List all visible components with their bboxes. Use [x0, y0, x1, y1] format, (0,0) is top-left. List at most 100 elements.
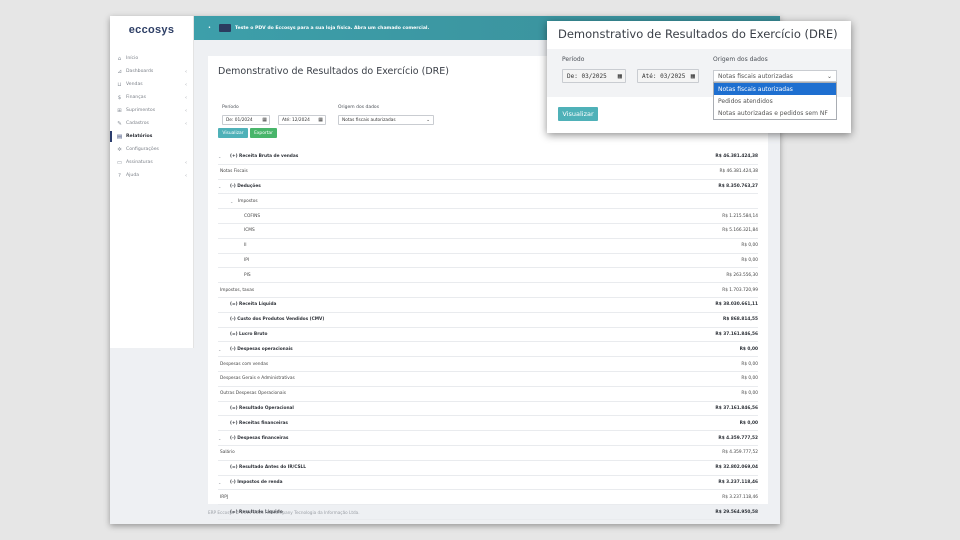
export-button[interactable]: Exportar [250, 128, 277, 138]
sidebar-item-label: Início [126, 56, 139, 61]
sidebar-item-8[interactable]: ▭ Assinaturas ‹ [110, 156, 193, 169]
expand-chevron-icon[interactable]: ⌄ [230, 199, 233, 204]
row-label: Despesas com vendas [220, 361, 269, 367]
table-row: (=) Receita Líquida R$ 38.030.661,11 [218, 298, 758, 313]
calendar-icon[interactable]: ▦ [262, 117, 267, 123]
expand-chevron-icon[interactable]: ⌄ [218, 184, 221, 189]
row-value: R$ 0,00 [739, 346, 758, 352]
popup-period-to-field[interactable]: Até: 03/2025 ▦ [637, 69, 699, 83]
table-row: Outras Despesas Operacionais R$ 0,00 [218, 387, 758, 402]
chevron-down-icon: ⌄ [826, 72, 832, 80]
table-row[interactable]: ⌄ (-) Despesas operacionais R$ 0,00 [218, 342, 758, 358]
row-value: R$ 8.350.763,27 [718, 183, 758, 189]
sidebar-item-label: Configurações [126, 147, 159, 152]
nav-icon: ✎ [117, 120, 122, 127]
dropdown-option[interactable]: Pedidos atendidos [714, 95, 836, 107]
origin-dropdown-list: Notas fiscais autorizadas Pedidos atendid… [713, 82, 837, 120]
table-row: Despesas com vendas R$ 0,00 [218, 357, 758, 372]
eccosys-logo[interactable]: eccosys [110, 18, 193, 42]
sidebar-item-label: Cadastros [126, 121, 149, 126]
period-from-field[interactable]: De: 01/2024 ▦ [222, 115, 270, 125]
sidebar-item-9[interactable]: ? Ajuda ‹ [110, 169, 193, 182]
table-row: PIS R$ 263.556,30 [218, 268, 758, 284]
row-label: (=) Receita Líquida [230, 302, 277, 308]
sidebar-item-label: Assinaturas [126, 160, 153, 165]
nav-icon: ▤ [116, 133, 123, 140]
row-value: R$ 1.215.584,14 [722, 213, 758, 219]
row-value: R$ 0,00 [739, 420, 758, 426]
visualize-button[interactable]: Visualizar [218, 128, 248, 138]
sidebar-item-1[interactable]: ⊿ Dashboards ‹ [110, 65, 193, 78]
popup-from-value: 03/2025 [581, 72, 607, 80]
row-label: (-) Despesas financeiras [230, 435, 289, 441]
row-label: (-) Despesas operacionais [230, 346, 293, 352]
dropdown-option[interactable]: Notas autorizadas e pedidos sem NF [714, 107, 836, 119]
sidebar-item-0[interactable]: ⌂ Início [110, 52, 193, 65]
expand-chevron-icon[interactable]: ⌄ [218, 154, 221, 159]
nav-icon: ⊞ [117, 107, 122, 114]
nav-icon: ⊿ [117, 68, 122, 75]
sidebar-item-7[interactable]: ✲ Configurações [110, 143, 193, 156]
table-row: Despesas Gerais e Administrativas R$ 0,00 [218, 372, 758, 387]
table-row: IPI R$ 0,00 [218, 254, 758, 269]
row-label: II [244, 243, 247, 249]
row-label: ICMS [244, 228, 255, 234]
sidebar-item-3[interactable]: $ Finanças ‹ [110, 91, 193, 104]
row-label: PIS [244, 272, 251, 278]
popup-visualize-button[interactable]: Visualizar [558, 107, 598, 121]
row-label: Impostos [238, 198, 258, 204]
origin-select[interactable]: Notas fiscais autorizadas ⌄ [338, 115, 434, 125]
row-label: Salário [220, 450, 235, 456]
period-to-field[interactable]: Até: 12/2024 ▦ [278, 115, 326, 125]
row-value: R$ 0,00 [741, 361, 758, 367]
row-value: R$ 0,00 [741, 391, 758, 397]
chevron-left-icon: ‹ [185, 94, 187, 101]
table-row[interactable]: ⌄ (-) Impostos de renda R$ 3.237.118,46 [218, 476, 758, 491]
chevron-down-icon: ⌄ [426, 117, 430, 123]
table-row[interactable]: ⌄ (+) Receita Bruta de vendas R$ 46.381.42… [218, 150, 758, 165]
table-row: Impostos, taxas R$ 1.703.720,99 [218, 283, 758, 298]
sidebar-item-4[interactable]: ⊞ Suprimentos ‹ [110, 104, 193, 117]
calendar-icon[interactable]: ▦ [618, 72, 622, 80]
expand-chevron-icon[interactable]: ⌄ [218, 347, 221, 352]
chevron-left-icon: ‹ [185, 107, 187, 114]
dre-table: ⌄ (+) Receita Bruta de vendas R$ 46.381.42… [218, 150, 758, 520]
popup-from-label: De: [567, 72, 578, 80]
sidebar-item-2[interactable]: ⊔ Vendas ‹ [110, 78, 193, 91]
table-row[interactable]: ⌄ (-) Despesas financeiras R$ 4.359.777,52 [218, 431, 758, 446]
from-value: 01/2024 [234, 117, 253, 123]
row-value: R$ 1.703.720,99 [722, 287, 758, 293]
row-value: R$ 0,00 [741, 376, 758, 382]
origin-label: Origem dos dados [338, 105, 380, 110]
sidebar-item-5[interactable]: ✎ Cadastros ‹ [110, 117, 193, 130]
footer-copyright: ERP Eccosys © 2011-2025 Fastcompany Tecn… [208, 510, 360, 515]
row-label: IPI [244, 257, 250, 263]
table-row: (-) Custo dos Produtos Vendidos (CMV) R$ … [218, 313, 758, 328]
table-row[interactable]: ⌄ Impostos [218, 194, 758, 210]
popup-origin-select[interactable]: Notas fiscais autorizadas ⌄ [713, 70, 837, 82]
dropdown-option[interactable]: Notas fiscais autorizadas [714, 83, 836, 95]
calendar-icon[interactable]: ▦ [318, 117, 323, 123]
chevron-left-icon: ‹ [185, 120, 187, 127]
table-row: (+) Receitas financeiras R$ 0,00 [218, 416, 758, 432]
nav-icon: ⊔ [117, 81, 122, 88]
table-row[interactable]: ⌄ (-) Deduções R$ 8.350.763,27 [218, 180, 758, 195]
expand-chevron-icon[interactable]: ⌄ [218, 480, 221, 485]
row-label: Impostos, taxas [220, 287, 255, 293]
popup-period-from-field[interactable]: De: 03/2025 ▦ [562, 69, 626, 83]
row-label: (-) Custo dos Produtos Vendidos (CMV) [230, 317, 325, 323]
popup-origin-selected-value: Notas fiscais autorizadas [718, 72, 793, 80]
popup-period-label: Período [562, 56, 585, 63]
banner-message[interactable]: Teste o PDV do Eccosys para a sua loja f… [235, 26, 429, 31]
row-value: R$ 29.564.950,58 [715, 509, 758, 515]
row-value: R$ 46.381.424,38 [715, 154, 758, 160]
nav-icon: ▭ [116, 159, 123, 166]
from-label: De: [226, 117, 234, 123]
sidebar-item-6[interactable]: ▤ Relatórios [110, 130, 193, 143]
calendar-icon[interactable]: ▦ [691, 72, 695, 80]
row-label: (=) Resultado Antes do IR/CSLL [230, 465, 307, 471]
row-label: (=) Resultado Operacional [230, 405, 294, 411]
expand-chevron-icon[interactable]: ⌄ [218, 436, 221, 441]
row-value: R$ 0,00 [741, 257, 758, 263]
period-label: Período [222, 105, 239, 110]
